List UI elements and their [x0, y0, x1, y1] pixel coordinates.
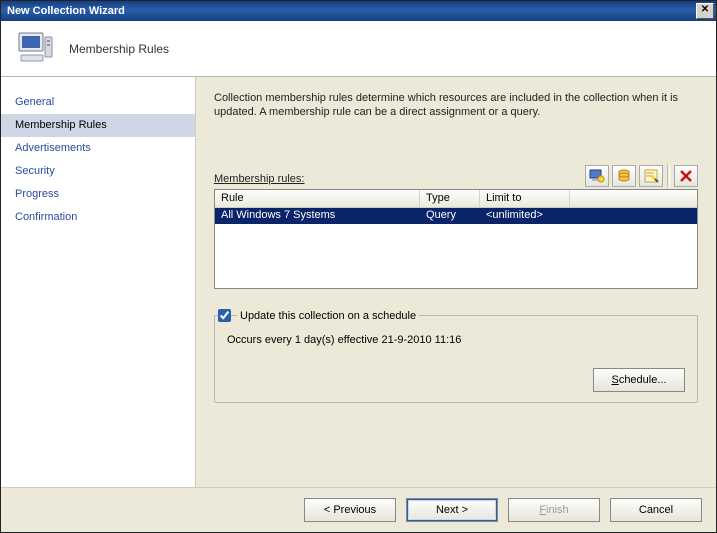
computer-icon — [15, 27, 55, 70]
schedule-check-row: Update this collection on a schedule — [218, 309, 698, 322]
schedule-box: Occurs every 1 day(s) effective 21-9-201… — [214, 315, 698, 403]
nav-progress[interactable]: Progress — [1, 183, 195, 206]
wizard-footer: < Previous Next > Finish Cancel — [1, 487, 716, 532]
schedule-summary: Occurs every 1 day(s) effective 21-9-201… — [227, 334, 685, 368]
rule-cell-name: All Windows 7 Systems — [215, 208, 420, 224]
rule-cell-limit: <unlimited> — [480, 208, 570, 224]
new-direct-rule-button[interactable] — [585, 165, 609, 187]
page-description: Collection membership rules determine wh… — [214, 91, 698, 119]
cancel-button[interactable]: Cancel — [610, 498, 702, 522]
nav-security[interactable]: Security — [1, 160, 195, 183]
wizard-sidebar: General Membership Rules Advertisements … — [1, 77, 196, 487]
rules-list-header: Rule Type Limit to — [215, 190, 697, 208]
rule-cell-filler — [570, 208, 697, 224]
close-button[interactable]: ✕ — [696, 3, 714, 19]
toolbar-separator — [667, 165, 670, 187]
rules-header-row: Membership rules: — [214, 165, 698, 187]
col-filler — [570, 190, 697, 207]
finish-button: Finish — [508, 498, 600, 522]
previous-button[interactable]: < Previous — [304, 498, 396, 522]
col-type[interactable]: Type — [420, 190, 480, 207]
wizard-header: Membership Rules — [1, 21, 716, 77]
rules-label: Membership rules: — [214, 173, 585, 187]
page-heading: Membership Rules — [69, 42, 169, 56]
delete-icon — [678, 168, 694, 184]
properties-icon — [643, 168, 659, 184]
col-limit[interactable]: Limit to — [480, 190, 570, 207]
rules-listview[interactable]: Rule Type Limit to All Windows 7 Systems… — [214, 189, 698, 289]
update-on-schedule-checkbox[interactable] — [218, 309, 231, 322]
rules-list-body: All Windows 7 Systems Query <unlimited> — [215, 208, 697, 288]
next-button[interactable]: Next > — [406, 498, 498, 522]
window-title: New Collection Wizard — [7, 5, 696, 17]
computer-rule-icon — [589, 168, 605, 184]
rule-properties-button[interactable] — [639, 165, 663, 187]
title-bar: New Collection Wizard ✕ — [1, 1, 716, 21]
nav-membership-rules[interactable]: Membership Rules — [1, 114, 195, 137]
delete-rule-button[interactable] — [674, 165, 698, 187]
close-icon: ✕ — [701, 4, 709, 15]
rule-cell-type: Query — [420, 208, 480, 224]
nav-confirmation[interactable]: Confirmation — [1, 206, 195, 229]
new-query-rule-button[interactable] — [612, 165, 636, 187]
nav-advertisements[interactable]: Advertisements — [1, 137, 195, 160]
schedule-group: Update this collection on a schedule Occ… — [214, 309, 698, 403]
nav-general[interactable]: General — [1, 91, 195, 114]
schedule-button[interactable]: Schedule... — [593, 368, 685, 392]
rule-row[interactable]: All Windows 7 Systems Query <unlimited> — [215, 208, 697, 224]
wizard-body: General Membership Rules Advertisements … — [1, 77, 716, 487]
wizard-window: New Collection Wizard ✕ Membership Rules… — [0, 0, 717, 533]
database-icon — [616, 168, 632, 184]
update-on-schedule-label[interactable]: Update this collection on a schedule — [237, 310, 419, 322]
rules-toolbar — [585, 165, 698, 187]
wizard-content: Collection membership rules determine wh… — [196, 77, 716, 487]
col-rule[interactable]: Rule — [215, 190, 420, 207]
